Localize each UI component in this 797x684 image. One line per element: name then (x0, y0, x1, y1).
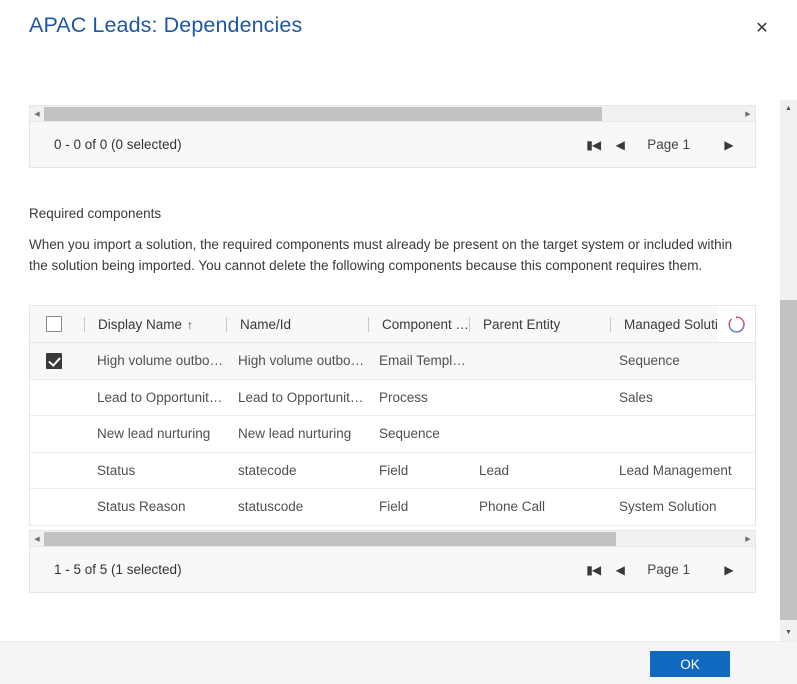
checkbox-unchecked-icon[interactable] (46, 316, 62, 332)
column-header-name-id[interactable]: Name/Id (227, 317, 368, 332)
scroll-down-icon[interactable]: ▼ (780, 624, 797, 641)
cell-component-type: Email Template (379, 353, 466, 369)
cell-managed-solution: Sales (619, 389, 653, 405)
cell-parent-entity: Lead (479, 462, 510, 478)
cell-managed-solution: Sequence (619, 353, 680, 369)
cell-display-name: Status Reason (97, 499, 186, 515)
row-select-cell (30, 352, 84, 369)
required-components-table: Display Name ↑ Name/Id Component T... Par… (29, 305, 756, 526)
table-row[interactable]: High volume outbou... High volume outbou… (30, 343, 755, 380)
top-pager-status: 0 - 0 of 0 (0 selected) (54, 137, 182, 152)
dependencies-dialog: APAC Leads: Dependencies ✕ ◀ ▶ 0 - 0 of … (0, 0, 797, 684)
cell-component-type: Field (379, 499, 409, 515)
scroll-left-icon[interactable]: ◀ (30, 531, 44, 547)
column-header-parent-entity[interactable]: Parent Entity (470, 317, 610, 332)
first-page-icon[interactable]: ▮◀ (581, 132, 605, 158)
previous-page-icon[interactable]: ◀ (608, 132, 632, 158)
scroll-up-icon[interactable]: ▲ (780, 100, 797, 117)
bottom-pager: 1 - 5 of 5 (1 selected) ▮◀ ◀ Page 1 ▶ (30, 547, 755, 592)
cell-parent-entity: Phone Call (479, 499, 546, 515)
bottom-grid-horizontal-scrollbar[interactable]: ◀ ▶ (30, 531, 755, 547)
top-page-label: Page 1 (647, 137, 690, 152)
bottom-grid: ◀ ▶ 1 - 5 of 5 (1 selected) ▮◀ ◀ Page 1 … (29, 530, 756, 593)
top-pager-nav: ▮◀ ◀ Page 1 ▶ (581, 132, 741, 158)
scroll-right-icon[interactable]: ▶ (741, 106, 755, 122)
required-components-description: When you import a solution, the required… (29, 237, 733, 273)
cell-name-id: statuscode (238, 499, 304, 515)
checkbox-checked-icon[interactable] (46, 352, 62, 369)
first-page-icon[interactable]: ▮◀ (581, 557, 605, 583)
previous-page-icon[interactable]: ◀ (608, 557, 632, 583)
next-page-icon[interactable]: ▶ (717, 132, 741, 158)
table-row[interactable]: Status Reason statuscode Field Phone Cal… (30, 489, 755, 526)
cell-display-name: New lead nurturing (97, 426, 211, 442)
cell-name-id: Lead to Opportunity... (238, 389, 366, 405)
top-scroll-thumb[interactable] (44, 106, 602, 121)
cell-display-name: Lead to Opportunity... (97, 389, 225, 405)
row-select-cell (30, 426, 84, 442)
dialog-footer: OK (0, 641, 797, 684)
loading-spinner-icon (717, 306, 755, 342)
close-icon[interactable]: ✕ (749, 16, 775, 42)
cell-display-name: High volume outbou... (97, 353, 225, 369)
top-pager: 0 - 0 of 0 (0 selected) ▮◀ ◀ Page 1 ▶ (30, 122, 755, 167)
column-header-display-name-label: Display Name (98, 316, 183, 332)
cell-name-id: statecode (238, 462, 297, 478)
scroll-left-icon[interactable]: ◀ (30, 106, 44, 122)
bottom-scroll-thumb[interactable] (44, 531, 616, 546)
dialog-vertical-scrollbar[interactable]: ▲ ▼ (780, 100, 797, 641)
next-page-icon[interactable]: ▶ (717, 557, 741, 583)
ok-button[interactable]: OK (650, 651, 730, 677)
top-scroll-track[interactable] (44, 106, 741, 122)
top-grid: ◀ ▶ 0 - 0 of 0 (0 selected) ▮◀ ◀ Page 1 … (29, 105, 756, 168)
cell-name-id: High volume outbou... (238, 353, 366, 369)
loading-spinner-svg (728, 315, 745, 333)
bottom-page-label: Page 1 (647, 562, 690, 577)
required-components-heading: Required components (29, 206, 162, 221)
page-title: APAC Leads: Dependencies (29, 13, 303, 37)
row-select-cell (30, 389, 84, 405)
table-row[interactable]: Lead to Opportunity... Lead to Opportuni… (30, 379, 755, 416)
bottom-scroll-track[interactable] (44, 531, 741, 547)
row-select-cell (30, 499, 84, 515)
select-all-cell (30, 316, 84, 332)
cell-component-type: Sequence (379, 426, 440, 442)
cell-display-name: Status (97, 462, 136, 478)
cell-managed-solution: Lead Management (619, 462, 732, 478)
cell-managed-solution: System Solution (619, 499, 717, 515)
top-grid-horizontal-scrollbar[interactable]: ◀ ▶ (30, 106, 755, 122)
table-row[interactable]: Status statecode Field Lead Lead Managem… (30, 452, 755, 489)
table-header-row: Display Name ↑ Name/Id Component T... Par… (30, 306, 755, 343)
bottom-pager-status: 1 - 5 of 5 (1 selected) (54, 562, 182, 577)
cell-component-type: Process (379, 389, 428, 405)
column-header-display-name[interactable]: Display Name ↑ (85, 317, 226, 332)
sort-ascending-icon: ↑ (187, 317, 194, 332)
cell-name-id: New lead nurturing (238, 426, 352, 442)
column-header-component-type[interactable]: Component T... (369, 317, 469, 332)
vertical-scroll-thumb[interactable] (780, 300, 797, 620)
table-row[interactable]: New lead nurturing New lead nurturing Se… (30, 416, 755, 453)
bottom-pager-nav: ▮◀ ◀ Page 1 ▶ (581, 557, 741, 583)
cell-component-type: Field (379, 462, 409, 478)
dialog-content: ◀ ▶ 0 - 0 of 0 (0 selected) ▮◀ ◀ Page 1 … (0, 96, 775, 641)
row-select-cell (30, 462, 84, 478)
scroll-right-icon[interactable]: ▶ (741, 531, 755, 547)
